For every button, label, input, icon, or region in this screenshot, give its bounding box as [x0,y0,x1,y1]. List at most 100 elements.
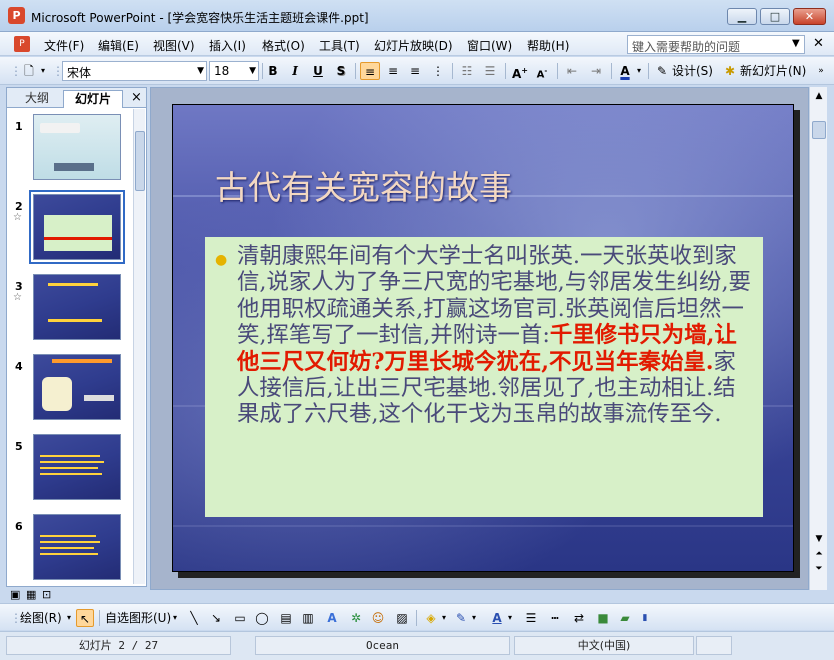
chevron-down-icon[interactable]: ▼ [792,38,800,49]
design-button[interactable]: 设计(S) [672,62,718,80]
previous-slide-icon[interactable]: ⏶ [812,547,826,561]
numbered-list-icon[interactable]: ☷ [458,62,476,80]
toolbar-grip-icon[interactable]: ⋮ [52,62,64,80]
line-icon[interactable]: ╲ [186,609,202,627]
slide-thumbnail-2[interactable] [29,190,125,264]
rectangle-icon[interactable]: ▭ [232,609,248,627]
chevron-down-icon[interactable]: ▾ [38,62,48,80]
slide-thumbnail-5[interactable] [33,434,121,500]
picture-icon[interactable]: ▨ [394,609,410,627]
slideshow-icon[interactable]: ⊡ [42,588,51,601]
decrease-indent-icon[interactable]: ⇤ [563,62,581,80]
chevron-down-icon[interactable]: ▾ [170,609,180,627]
textbox-icon[interactable]: ▤ [278,609,294,627]
menu-help[interactable]: 帮助(H) [527,37,569,54]
chevron-down-icon[interactable]: ▾ [506,609,514,627]
chevron-down-icon[interactable]: ▾ [470,609,478,627]
distribute-icon[interactable]: ⋮ [429,62,447,80]
3d-style-icon[interactable]: ▰ [616,609,634,627]
underline-button[interactable]: U [310,62,326,80]
align-center-icon[interactable]: ≡ [384,62,402,80]
chevron-down-icon[interactable]: ▾ [440,609,448,627]
new-slide-button[interactable]: 新幻灯片(N) [740,62,810,80]
next-slide-icon[interactable]: ⏷ [812,562,826,576]
toolbar-options-icon[interactable]: ▮ [640,609,650,627]
scroll-up-icon[interactable]: ▲ [812,89,826,103]
diagram-icon[interactable]: ✲ [348,609,364,627]
close-icon[interactable]: × [131,90,142,105]
wordart-icon[interactable]: A [324,609,340,627]
font-color-icon[interactable]: A [617,62,633,80]
new-slide-icon[interactable]: ✱ [722,62,738,80]
menu-tools[interactable]: 工具(T) [319,37,360,54]
slide-indicator: 幻灯片 2 / 27 [6,636,231,655]
shadow-style-icon[interactable]: ■ [594,609,612,627]
font-size-value: 18 [214,64,230,78]
menu-edit[interactable]: 编辑(E) [98,37,139,54]
align-right-icon[interactable]: ≡ [406,62,424,80]
increase-indent-icon[interactable]: ⇥ [587,62,605,80]
menu-insert[interactable]: 插入(I) [209,37,246,54]
autoshapes-button[interactable]: 自选图形(U) [105,609,175,627]
line-style-icon[interactable]: ☰ [522,609,540,627]
slide-thumbnail-1[interactable] [33,114,121,180]
italic-button[interactable]: I [287,62,303,80]
shadow-button[interactable]: S [333,62,349,80]
arrow-style-icon[interactable]: ⇄ [570,609,588,627]
draw-menu-button[interactable]: 绘图(R) [20,609,70,627]
document-icon[interactable]: P [14,36,30,52]
close-button[interactable]: ✕ [793,8,826,25]
toolbar-grip-icon[interactable]: ⋮ [10,609,22,627]
select-pointer-icon[interactable]: ↖ [76,609,94,627]
menu-format[interactable]: 格式(O) [262,37,305,54]
chevron-down-icon[interactable]: ▾ [634,62,644,80]
slide-thumbnail-3[interactable] [33,274,121,340]
align-left-icon[interactable]: ≡ [360,62,380,80]
line-color-icon[interactable]: ✎ [452,609,470,627]
tab-slides[interactable]: 幻灯片 [63,90,123,108]
oval-icon[interactable]: ◯ [254,609,270,627]
slide-scrollbar[interactable]: ▲ ▼ ⏶ ⏷ [809,87,827,590]
font-name-select[interactable]: 宋体 ▼ [62,61,207,81]
chevron-down-icon[interactable]: ▾ [64,609,74,627]
design-icon[interactable]: ✎ [654,62,670,80]
decrease-font-icon[interactable]: A- [533,62,551,80]
fill-color-icon[interactable]: ◈ [422,609,440,627]
minimize-button[interactable]: ▁ [727,8,757,25]
menu-file[interactable]: 文件(F) [44,37,84,54]
animation-star-icon: ☆ [13,292,22,303]
slide-body-textbox[interactable]: ● 清朝康熙年间有个大学士名叫张英.一天张英收到家信,说家人为了争三尺宽的宅基地… [205,237,763,517]
dash-style-icon[interactable]: ┅ [546,609,564,627]
toolbar-grip-icon[interactable]: ⋮ [10,62,22,80]
slide-thumbnail-4[interactable] [33,354,121,420]
slide-title[interactable]: 古代有关宽容的故事 [215,161,512,209]
animation-star-icon: ☆ [13,212,22,223]
new-document-icon[interactable]: 🗋 [20,62,38,80]
tab-outline[interactable]: 大纲 [17,90,57,108]
font-color-icon[interactable]: A [488,609,506,627]
increase-font-icon[interactable]: A+ [511,62,529,81]
scroll-down-icon[interactable]: ▼ [812,532,826,546]
normal-view-icon[interactable]: ▣ [10,588,20,601]
vertical-textbox-icon[interactable]: ▥ [300,609,316,627]
scrollbar-thumb[interactable] [812,121,826,139]
menu-slideshow[interactable]: 幻灯片放映(D) [374,37,453,54]
font-size-select[interactable]: 18 ▼ [209,61,259,81]
scrollbar-thumb[interactable] [135,131,145,191]
bold-button[interactable]: B [265,62,281,80]
arrow-icon[interactable]: ↘ [208,609,224,627]
bulleted-list-icon[interactable]: ☰ [481,62,499,80]
toolbar-separator [611,63,612,79]
clipart-icon[interactable]: ☺ [370,609,386,627]
slides-pane-scrollbar[interactable] [133,109,145,584]
slide-sorter-icon[interactable]: ▦ [26,588,36,601]
menu-view[interactable]: 视图(V) [153,37,195,54]
maximize-button[interactable]: □ [760,8,790,25]
toolbar-options-icon[interactable]: » [815,62,827,80]
slide-thumbnail-6[interactable] [33,514,121,580]
document-close-icon[interactable]: ✕ [813,36,824,51]
current-slide[interactable]: 古代有关宽容的故事 ● 清朝康熙年间有个大学士名叫张英.一天张英收到家信,说家人… [172,104,794,572]
menu-window[interactable]: 窗口(W) [467,37,512,54]
help-search-input[interactable]: 键入需要帮助的问题 [627,35,805,54]
powerpoint-app-icon[interactable]: P [8,7,25,24]
